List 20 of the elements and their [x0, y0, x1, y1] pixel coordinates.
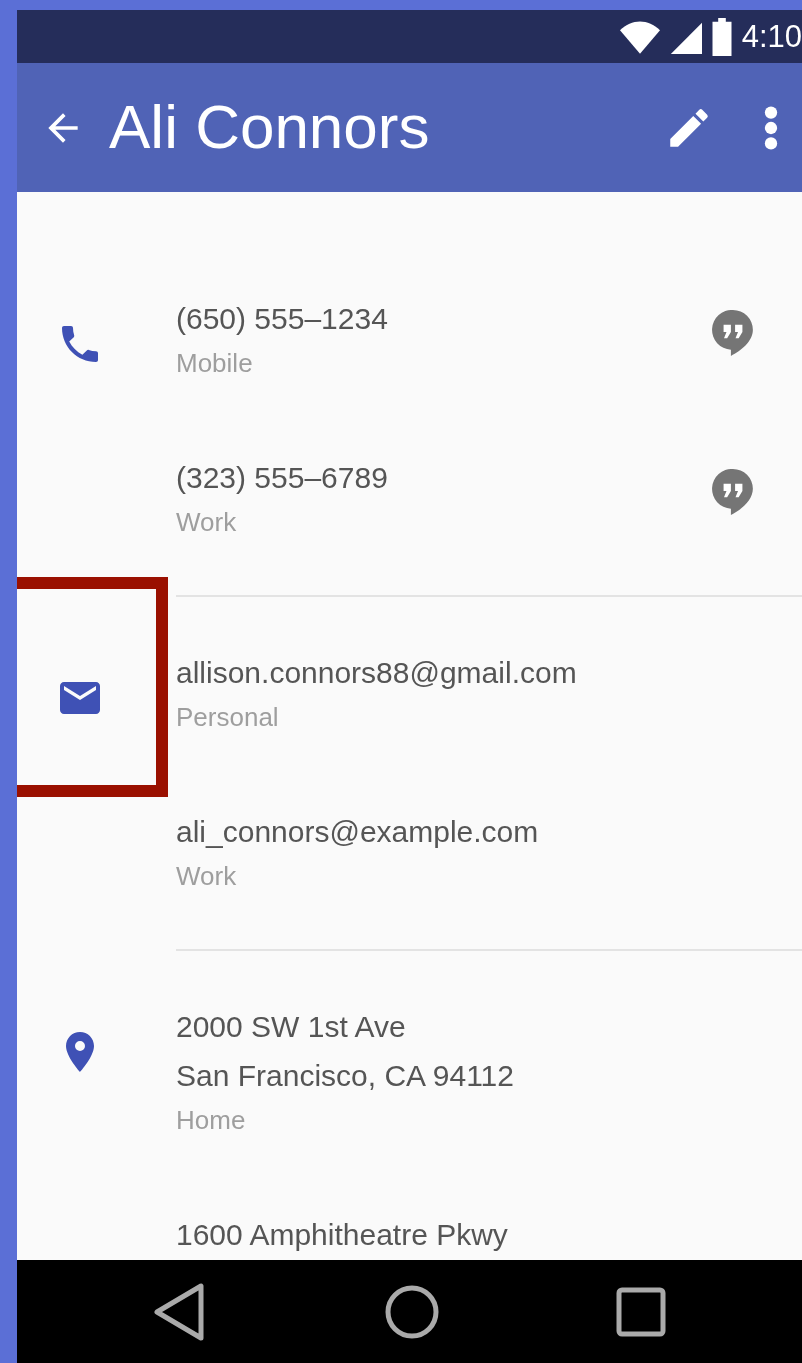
status-time: 4:10	[741, 21, 802, 52]
contact-detail: allison.connors88@gmail.com	[176, 655, 578, 691]
contact-detail: (323) 555–6789	[176, 460, 389, 496]
contact-detail: San Francisco, CA 94112	[176, 1058, 515, 1094]
wifi-icon	[619, 19, 660, 54]
detail-type: Home	[176, 1104, 247, 1137]
chat-bubble-icon[interactable]	[712, 469, 754, 515]
home-nav-icon[interactable]	[383, 1283, 440, 1340]
detail-type: Personal	[176, 701, 280, 734]
contact-name: Ali Connors	[109, 93, 431, 162]
recents-nav-icon[interactable]	[614, 1285, 667, 1338]
detail-type: Mobile	[176, 347, 254, 380]
contact-detail: 2000 SW 1st Ave	[176, 1009, 407, 1045]
detail-type: Work	[176, 860, 238, 893]
chat-bubble-icon[interactable]	[712, 310, 754, 356]
contact-detail: 1600 Amphitheatre Pkwy	[176, 1217, 509, 1253]
more-options-icon[interactable]	[764, 105, 778, 150]
detail-type: Work	[176, 506, 238, 539]
contact-detail: (650) 555–1234	[176, 301, 389, 337]
contact-detail: ali_connors@example.com	[176, 814, 540, 850]
